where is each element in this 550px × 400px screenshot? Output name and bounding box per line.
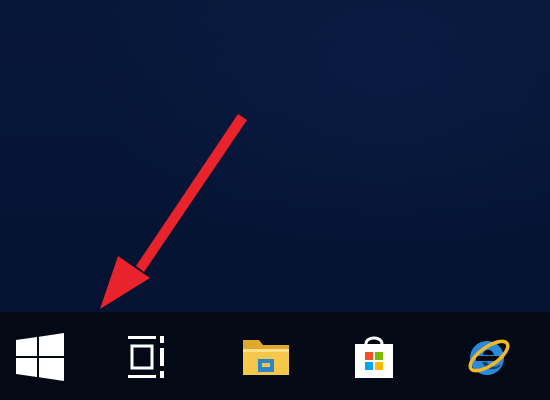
internet-explorer-button[interactable] bbox=[458, 330, 518, 384]
start-button[interactable] bbox=[10, 330, 70, 384]
task-view-button[interactable] bbox=[118, 330, 178, 384]
folder-icon bbox=[243, 340, 289, 375]
task-view-icon bbox=[128, 336, 164, 378]
desktop-background bbox=[0, 0, 550, 312]
annotation-arrow bbox=[100, 114, 247, 309]
taskbar bbox=[0, 312, 550, 400]
internet-explorer-icon bbox=[468, 339, 510, 375]
microsoft-store-button[interactable] bbox=[344, 330, 404, 384]
screen bbox=[0, 0, 550, 400]
store-bag-icon bbox=[355, 336, 393, 378]
windows-logo-icon bbox=[16, 333, 64, 381]
file-explorer-button[interactable] bbox=[236, 330, 296, 384]
